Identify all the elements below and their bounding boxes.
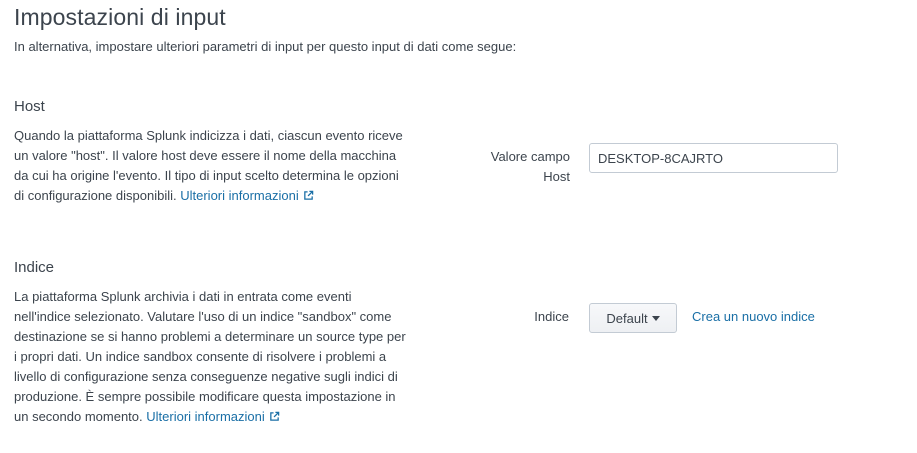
host-section-heading: Host xyxy=(14,98,45,115)
input-settings-page: Impostazioni di input In alternativa, im… xyxy=(0,0,917,453)
index-description: La piattaforma Splunk archivia i dati in… xyxy=(14,289,406,424)
caret-down-icon xyxy=(651,315,660,321)
index-more-info-label: Ulteriori informazioni xyxy=(146,409,265,424)
index-select-dropdown[interactable]: Default xyxy=(589,303,677,333)
host-field-label: Valore campo Host xyxy=(490,149,570,184)
index-selected-value: Default xyxy=(606,310,648,326)
page-subtitle: In alternativa, impostare ulteriori para… xyxy=(14,39,517,54)
create-new-index-link[interactable]: Crea un nuovo indice xyxy=(692,307,815,327)
index-section-heading: Indice xyxy=(14,259,55,276)
index-field-label: Indice xyxy=(534,309,569,324)
index-more-info-link[interactable]: Ulteriori informazioni xyxy=(146,409,280,424)
index-description-block: La piattaforma Splunk archivia i dati in… xyxy=(14,287,409,427)
external-link-icon xyxy=(303,190,313,200)
host-more-info-link[interactable]: Ulteriori informazioni xyxy=(180,188,313,203)
host-more-info-label: Ulteriori informazioni xyxy=(180,188,299,203)
host-description-block: Quando la piattaforma Splunk indicizza i… xyxy=(14,126,409,206)
host-value-input[interactable] xyxy=(589,143,838,173)
page-title: Impostazioni di input xyxy=(14,4,226,30)
external-link-icon xyxy=(269,411,280,421)
